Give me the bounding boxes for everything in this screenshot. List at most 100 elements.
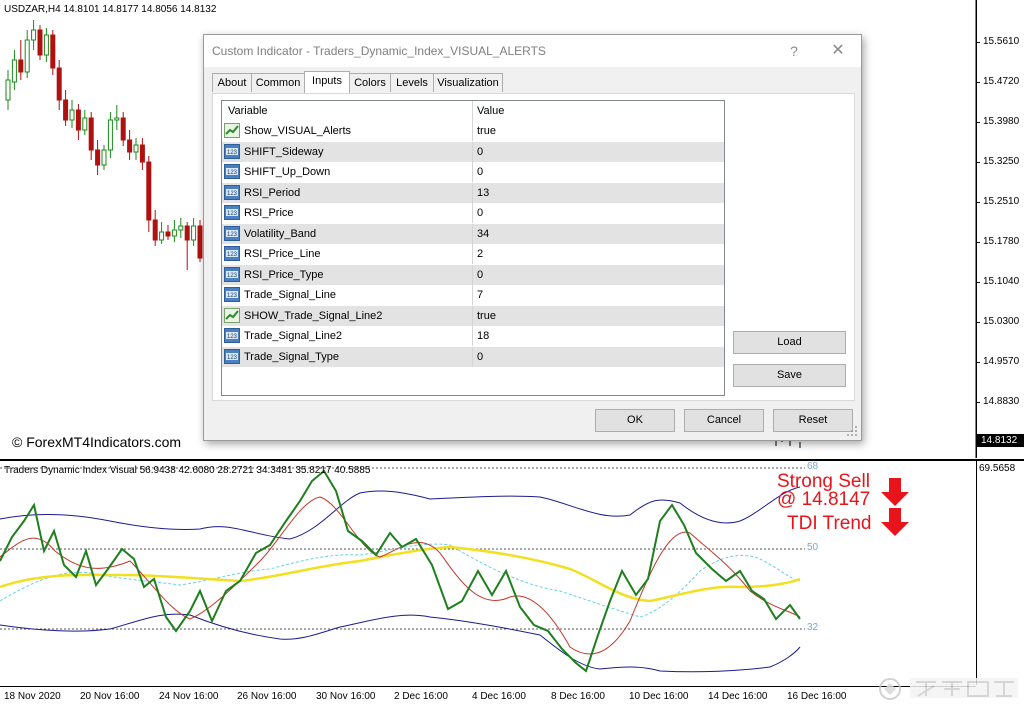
input-row[interactable]: Show_VISUAL_Alerts true [222,121,724,141]
input-row[interactable]: 123 Trade_Signal_Line 7 [222,285,724,305]
load-button[interactable]: Load [733,331,846,354]
tab-common[interactable]: Common [251,73,305,92]
market-base-line [0,545,801,603]
candle-body [120,117,126,141]
input-value[interactable]: 7 [477,289,483,301]
input-value[interactable]: 2 [477,248,483,260]
int-icon: 123 [224,205,240,220]
header-value[interactable]: Value [477,105,504,117]
current-price-badge: 14.8132 [977,434,1024,447]
time-label: 10 Dec 16:00 [629,691,689,702]
time-label: 2 Dec 16:00 [394,691,448,702]
level-32-label: 32 [807,622,819,633]
tab-levels[interactable]: Levels [390,73,434,92]
input-value[interactable]: 0 [477,166,483,178]
candle-body [101,149,107,166]
input-value[interactable]: 0 [477,351,483,363]
tab-colors[interactable]: Colors [349,73,391,92]
svg-text:123: 123 [227,211,238,217]
input-row[interactable]: 123 Trade_Signal_Line2 18 [222,326,724,346]
time-label: 26 Nov 16:00 [237,691,297,702]
input-row[interactable]: 123 RSI_Price_Line 2 [222,244,724,264]
svg-text:123: 123 [227,334,238,340]
svg-text:123: 123 [227,191,238,197]
input-value[interactable]: 34 [477,228,489,240]
candle-body [50,34,56,69]
cancel-button[interactable]: Cancel [684,409,764,432]
dialog-titlebar[interactable]: Custom Indicator - Traders_Dynamic_Index… [204,35,861,67]
int-icon: 123 [224,246,240,261]
price-tick: 15.1780 [983,236,1020,247]
svg-text:123: 123 [227,232,238,238]
input-name: SHOW_Trade_Signal_Line2 [244,309,383,322]
candle-body [43,34,49,56]
reset-button[interactable]: Reset [773,409,853,432]
input-name: SHIFT_Sideway [244,145,324,158]
candle-body [107,119,113,151]
save-button[interactable]: Save [733,364,846,387]
time-label: 4 Dec 16:00 [472,691,526,702]
int-icon: 123 [224,348,240,364]
input-row[interactable]: SHOW_Trade_Signal_Line2 true [222,305,724,326]
input-name: Show_VISUAL_Alerts [244,125,351,137]
header-variable[interactable]: Variable [228,105,268,117]
lower-volatility-band [0,613,801,673]
svg-text:123: 123 [227,150,238,156]
inputs-panel: Variable Value Show_VISUAL_Alerts true 123… [212,93,855,401]
input-row[interactable]: 123 Volatility_Band 34 [222,223,724,244]
resize-grip-icon[interactable] [846,425,858,437]
int-icon: 123 [224,287,240,302]
input-name: Volatility_Band [244,227,317,240]
candle-body [165,231,171,237]
input-row[interactable]: 123 RSI_Price_Type 0 [222,264,724,285]
svg-text:123: 123 [227,252,238,258]
candle-body [191,225,197,241]
price-tick: 15.4720 [983,76,1020,87]
inputs-grid[interactable]: Variable Value Show_VISUAL_Alerts true 123… [221,100,725,396]
indicator-axis-value: 69.5658 [979,463,1016,474]
int-icon: 123 [224,164,240,179]
candle-body [69,109,75,121]
input-row[interactable]: 123 SHIFT_Up_Down 0 [222,162,724,182]
input-value[interactable]: 18 [477,330,489,342]
input-value[interactable]: true [477,125,496,137]
time-label: 14 Dec 16:00 [708,691,768,702]
candle-body [56,67,62,101]
candle-body [127,139,133,153]
input-value[interactable]: true [477,310,496,322]
close-button[interactable]: ✕ [828,41,848,61]
ok-button[interactable]: OK [595,409,675,432]
int-icon: 123 [224,143,240,159]
bool-icon [224,307,240,323]
int-icon: 123 [224,328,240,343]
tab-inputs[interactable]: Inputs [304,71,350,93]
input-row[interactable]: 123 RSI_Period 13 [222,182,724,203]
input-value[interactable]: 0 [477,269,483,281]
candle-body [5,79,11,101]
tab-visualization[interactable]: Visualization [433,73,503,92]
input-value[interactable]: 0 [477,146,483,158]
candle-body [24,39,30,73]
candle-body [197,225,203,259]
input-row[interactable]: 123 RSI_Price 0 [222,203,724,223]
indicator-axis: 69.5658 [976,461,1024,685]
tab-about[interactable]: About [212,73,252,92]
input-name: Trade_Signal_Line2 [244,330,343,342]
price-tick: 15.5610 [983,36,1020,47]
candle-body [133,144,139,153]
candle-body [31,29,37,41]
watermark-text: © ForexMT4Indicators.com [12,434,182,450]
price-tick: 15.3980 [983,116,1020,127]
input-row[interactable]: 123 Trade_Signal_Type 0 [222,346,724,367]
mid-band [0,543,801,618]
candle-body [82,117,88,131]
help-button[interactable]: ? [784,41,804,61]
candle-body [75,109,81,131]
input-value[interactable]: 0 [477,207,483,219]
price-tick: 15.1040 [983,276,1020,287]
candle-body [152,219,158,241]
input-value[interactable]: 13 [477,187,489,199]
candle-body [184,225,190,241]
price-tick: 15.3250 [983,156,1020,167]
input-row[interactable]: 123 SHIFT_Sideway 0 [222,141,724,162]
